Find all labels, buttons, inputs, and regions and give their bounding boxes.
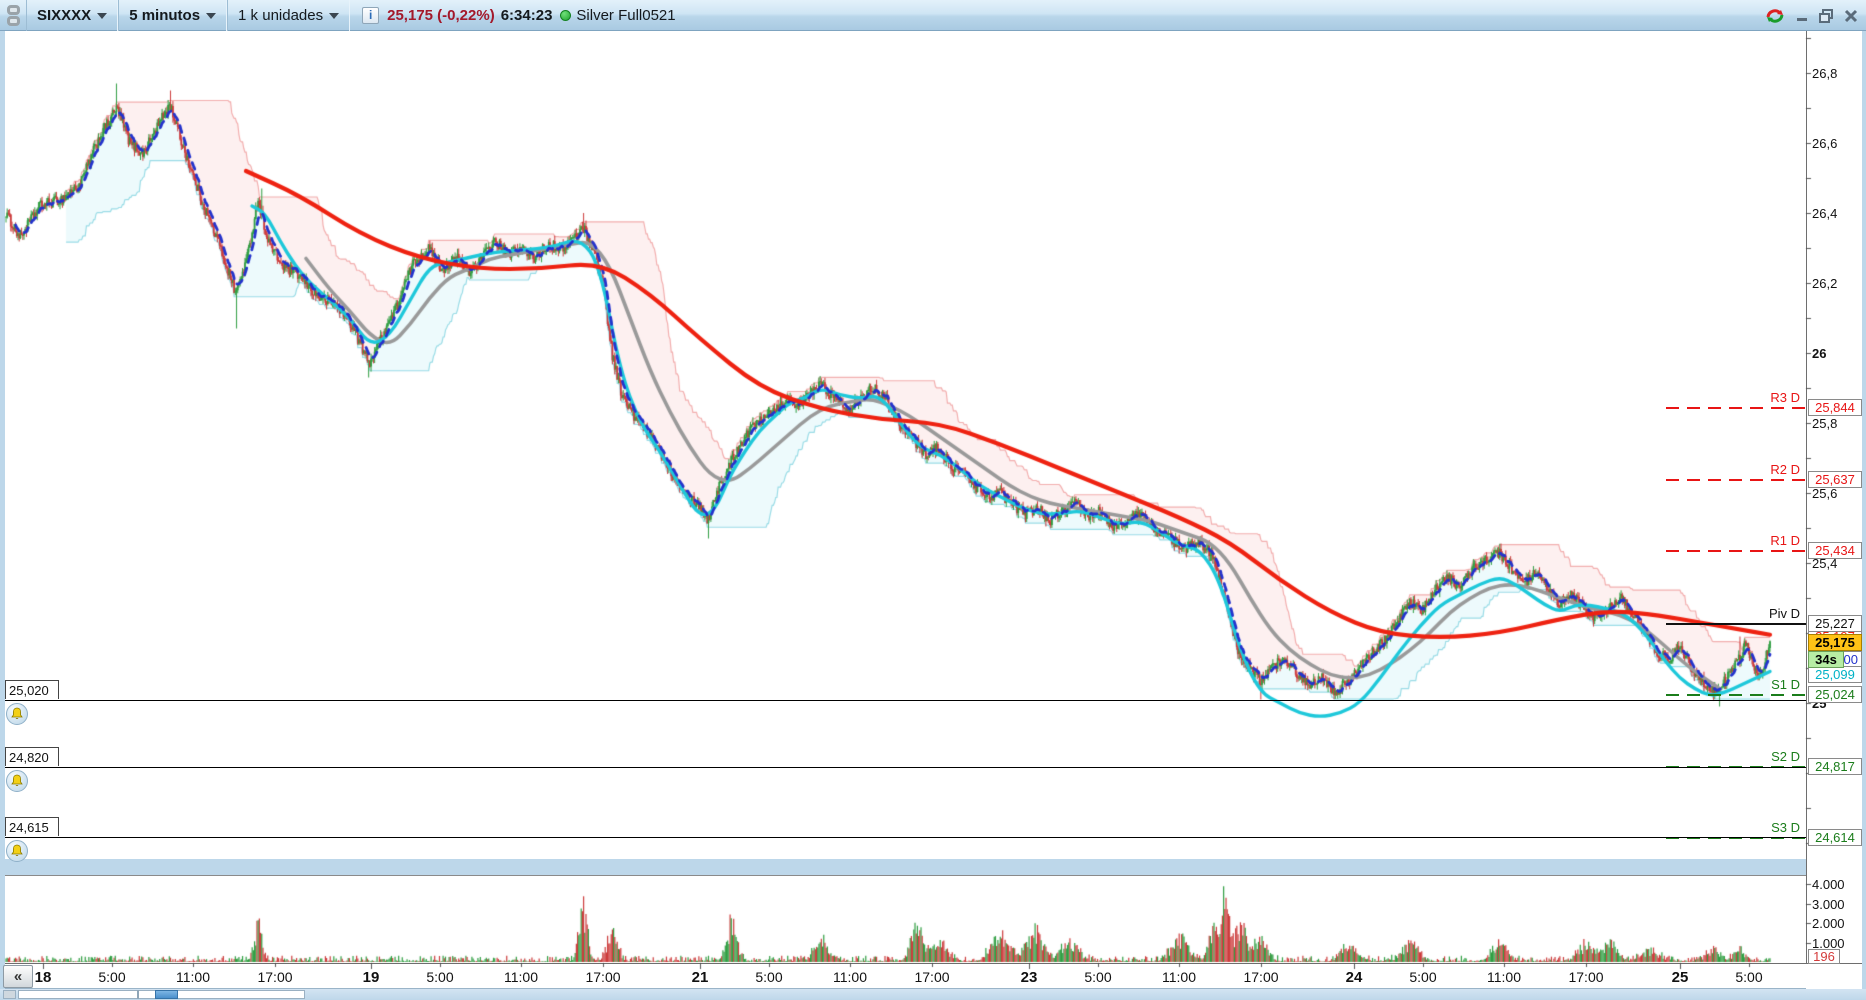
alert-line (5, 837, 1806, 838)
alert-line (5, 700, 1806, 701)
pivot-level-name: S3 D (1771, 820, 1800, 835)
price-tick-label: 26 (1812, 346, 1827, 361)
pivot-level-line-s1d (1666, 694, 1806, 696)
pivot-value-box: 24,817 (1808, 758, 1862, 775)
pivot-value-box: 25,637 (1808, 471, 1862, 488)
alert-bell-icon[interactable] (6, 840, 28, 862)
bar-countdown-box: 34s (1808, 651, 1844, 668)
price-tick-label: 26,6 (1812, 136, 1838, 151)
scrollbar-corner (3, 990, 16, 999)
time-axis-label: 5:00 (755, 969, 783, 985)
time-axis-label: 11:00 (833, 969, 867, 985)
pivot-level-line-r1d (1666, 550, 1806, 552)
pivot-level-line-pivd (1666, 623, 1806, 625)
pivot-level-line-r2d (1666, 479, 1806, 481)
volume-tick-label: 3.000 (1812, 896, 1845, 912)
alert-price-label[interactable]: 24,615 (5, 817, 59, 836)
time-axis-label: 19 (362, 969, 380, 986)
time-axis-label: 21 (691, 969, 709, 986)
last-price-box: 25,175 (1808, 634, 1862, 651)
price-tick-label: 26,2 (1812, 276, 1838, 291)
volume-current-box: 196 (1808, 949, 1840, 964)
time-axis-label: 11:00 (504, 969, 538, 985)
alert-price-label[interactable]: 25,020 (5, 680, 59, 699)
pivot-value-box: 25,434 (1808, 542, 1862, 559)
time-axis-label: 23 (1020, 969, 1038, 986)
price-tick-label: 25,8 (1812, 416, 1838, 431)
alert-bell-icon[interactable] (6, 703, 28, 725)
time-axis-label: 18 (34, 969, 52, 986)
pivot-value-box: 25,227 (1808, 615, 1862, 632)
time-axis-label: 5:00 (426, 969, 454, 985)
time-axis-label: 11:00 (176, 969, 210, 985)
pivot-level-name: Piv D (1768, 606, 1800, 621)
pivot-level-name: S2 D (1771, 749, 1800, 764)
pivot-value-box: 25,024 (1808, 686, 1862, 703)
price-tick-label: 26,8 (1812, 66, 1838, 81)
pivot-level-name: R3 D (1770, 390, 1800, 405)
price-tick-label: 26,4 (1812, 206, 1838, 221)
scroll-back-button[interactable]: « (3, 965, 33, 988)
alert-bell-icon[interactable] (6, 770, 28, 792)
time-axis-label: 17:00 (585, 969, 621, 985)
time-axis-label: 17:00 (914, 969, 950, 985)
scrollbar-thumb[interactable] (155, 990, 178, 999)
time-axis-label: 17:00 (1243, 969, 1279, 985)
alert-line (5, 767, 1806, 768)
time-axis-label: 5:00 (1084, 969, 1112, 985)
pivot-level-name: R1 D (1770, 533, 1800, 548)
price-tick-label: 25,6 (1812, 486, 1838, 501)
volume-tick-label: 2.000 (1812, 916, 1845, 931)
time-axis-label: 11:00 (1487, 969, 1521, 985)
prorealtime-window: SIXXXX 5 minutos 1 k unidades i 25,175 (… (0, 0, 1866, 1000)
pivot-value-box: 24,614 (1808, 829, 1862, 846)
time-axis-label: 5:00 (98, 969, 126, 985)
pivot-level-name: S1 D (1771, 677, 1800, 692)
cyan-ma-value-box: 25,099 (1808, 666, 1862, 683)
alert-price-label[interactable]: 24,820 (5, 747, 59, 766)
pivot-level-name: R2 D (1770, 462, 1800, 477)
time-axis-label: 5:00 (1409, 969, 1437, 985)
scrollbar-divider (137, 990, 139, 999)
price-chart-canvas[interactable] (0, 0, 1866, 1000)
time-axis-label: 17:00 (257, 969, 293, 985)
time-axis-label: 25 (1671, 969, 1689, 986)
pivot-value-box: 25,844 (1808, 399, 1862, 416)
volume-tick-label: 4.000 (1812, 877, 1845, 892)
time-axis-label: 5:00 (1735, 969, 1763, 985)
time-axis-label: 17:00 (1568, 969, 1604, 985)
time-axis-label: 11:00 (1162, 969, 1196, 985)
pivot-level-line-r3d (1666, 407, 1806, 409)
time-axis-label: 24 (1345, 969, 1363, 986)
